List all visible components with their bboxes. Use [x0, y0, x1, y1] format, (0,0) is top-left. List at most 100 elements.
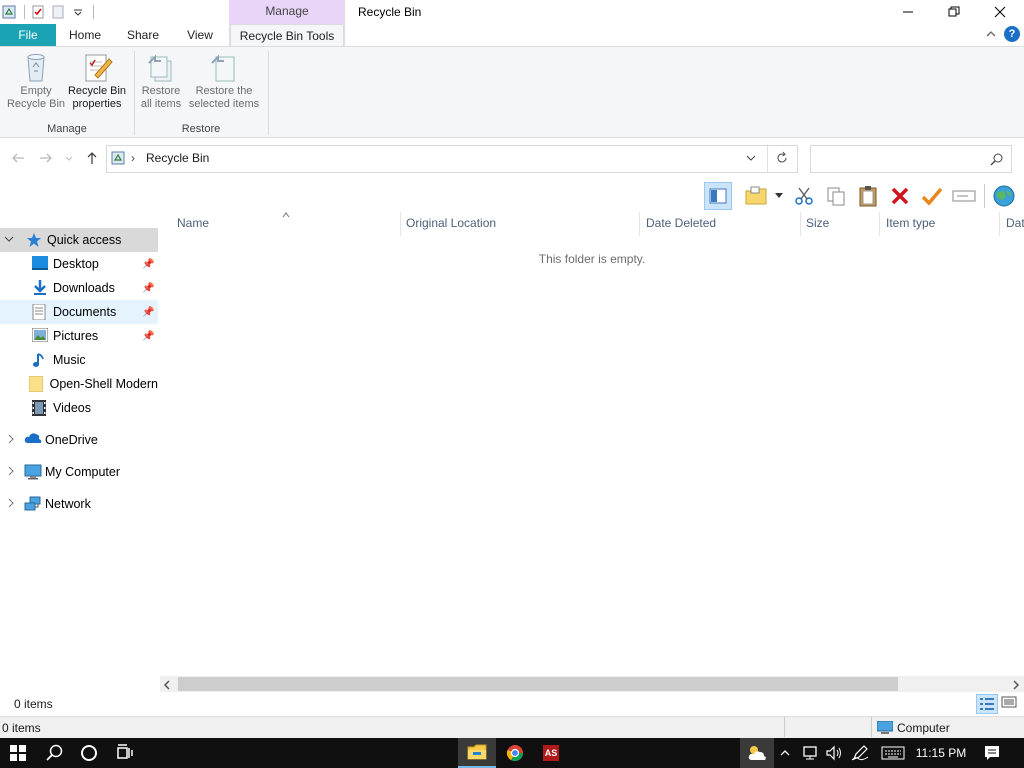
breadcrumb-chevron-icon[interactable]: › [131, 151, 135, 165]
preview-pane-button[interactable] [704, 182, 732, 210]
cortana-button[interactable] [72, 738, 106, 768]
taskbar-chrome[interactable] [498, 738, 532, 768]
toolbar-dropdown[interactable] [770, 182, 788, 210]
rename-button[interactable] [950, 182, 978, 210]
properties-icon[interactable] [29, 3, 47, 21]
new-folder-icon[interactable] [49, 3, 67, 21]
column-size[interactable]: Size [806, 216, 829, 230]
details-view-button[interactable] [976, 694, 998, 714]
nav-onedrive[interactable]: OneDrive [0, 428, 158, 452]
help-icon[interactable]: ? [1004, 26, 1020, 42]
expand-chevron-down-icon[interactable] [4, 233, 18, 247]
tab-view[interactable]: View [174, 24, 226, 46]
action-center-button[interactable] [978, 738, 1006, 768]
refresh-button[interactable] [775, 151, 789, 168]
nav-downloads[interactable]: Downloads 📌 [0, 276, 158, 300]
nav-open-shell-modern[interactable]: Open-Shell Modern [0, 372, 158, 396]
network-globe-button[interactable] [990, 182, 1018, 210]
close-button[interactable] [977, 0, 1023, 24]
paste-button[interactable] [854, 182, 882, 210]
scissors-icon [795, 187, 813, 205]
expand-chevron-right-icon[interactable] [6, 433, 20, 447]
recycle-bin-icon[interactable] [0, 3, 18, 21]
divider[interactable] [800, 212, 801, 236]
new-folder-toolbar-button[interactable] [742, 182, 770, 210]
divider[interactable] [879, 212, 880, 236]
windows-logo-icon [10, 745, 26, 761]
nav-label: My Computer [45, 465, 121, 479]
nav-desktop[interactable]: Desktop 📌 [0, 252, 158, 276]
scroll-left-icon[interactable] [163, 679, 171, 693]
divider[interactable] [400, 212, 401, 236]
group-label-restore: Restore [181, 123, 221, 135]
task-view-button[interactable] [108, 738, 142, 768]
restore-button[interactable] [931, 0, 977, 24]
keyboard-tray-icon[interactable] [878, 738, 908, 768]
nav-pictures[interactable]: Pictures 📌 [0, 324, 158, 348]
scroll-right-icon[interactable] [1012, 679, 1020, 693]
restore-all-items-button[interactable]: Restore all items [138, 51, 184, 111]
column-original-location[interactable]: Original Location [406, 216, 496, 230]
tab-file[interactable]: File [0, 24, 56, 46]
pin-icon[interactable]: 📌 [142, 307, 154, 318]
item-count: 0 items [14, 697, 53, 711]
minimize-button[interactable] [885, 0, 931, 24]
nav-music[interactable]: Music [0, 348, 158, 372]
pen-tray-icon[interactable] [848, 738, 872, 768]
column-name[interactable]: Name [177, 216, 209, 230]
large-icons-view-button[interactable] [1000, 694, 1020, 714]
recycle-bin-properties-button[interactable]: Recycle Bin properties [66, 51, 128, 111]
tab-recycle-bin-tools[interactable]: Recycle Bin Tools [230, 24, 344, 47]
customize-qat-chevron-icon[interactable] [69, 3, 87, 21]
title-bar [0, 0, 1024, 24]
address-dropdown-button[interactable] [745, 152, 757, 167]
forward-button[interactable] [38, 150, 54, 169]
tab-share[interactable]: Share [116, 24, 170, 46]
restore-all-line1: Restore [141, 85, 181, 97]
minimize-ribbon-chevron-icon[interactable] [985, 28, 999, 42]
clock[interactable]: 11:15 PM [910, 738, 972, 768]
start-button[interactable] [0, 738, 36, 768]
column-date-truncated[interactable]: Dat [1006, 216, 1024, 230]
pin-icon[interactable]: 📌 [142, 259, 154, 270]
scrollbar-thumb[interactable] [178, 677, 898, 691]
nav-documents[interactable]: Documents 📌 [0, 300, 158, 324]
taskbar-search-button[interactable] [38, 738, 72, 768]
column-item-type[interactable]: Item type [886, 216, 935, 230]
weather-button[interactable] [740, 738, 774, 768]
back-button[interactable] [10, 150, 26, 169]
pin-icon[interactable]: 📌 [142, 331, 154, 342]
expand-chevron-right-icon[interactable] [6, 465, 20, 479]
expand-chevron-right-icon[interactable] [6, 497, 20, 511]
recent-locations-button[interactable] [64, 152, 74, 166]
tray-expand-chevron-icon[interactable] [776, 738, 794, 768]
pin-icon[interactable]: 📌 [142, 283, 154, 294]
taskbar-file-explorer[interactable] [458, 738, 496, 768]
volume-tray-icon[interactable] [822, 738, 846, 768]
nav-label: Documents [53, 305, 117, 319]
up-button[interactable] [84, 150, 100, 169]
tab-home[interactable]: Home [58, 24, 112, 46]
nav-videos[interactable]: Videos [0, 396, 158, 420]
task-view-icon [117, 744, 133, 759]
restore-selected-items-button[interactable]: Restore the selected items [186, 51, 262, 111]
properties-check-button[interactable] [918, 182, 946, 210]
copy-button[interactable] [822, 182, 850, 210]
navigation-pane: Quick access Desktop 📌 Downloads 📌 Docum… [0, 212, 158, 692]
divider[interactable] [999, 212, 1000, 236]
taskbar-app-as[interactable]: AS [534, 738, 568, 768]
empty-recycle-bin-button[interactable]: Empty Recycle Bin [4, 51, 68, 111]
nav-label: Downloads [53, 281, 115, 295]
nav-my-computer[interactable]: My Computer [0, 460, 158, 484]
delete-button[interactable] [886, 182, 914, 210]
divider[interactable] [639, 212, 640, 236]
cut-button[interactable] [790, 182, 818, 210]
column-date-deleted[interactable]: Date Deleted [646, 216, 716, 230]
network-icon [24, 496, 41, 512]
nav-network[interactable]: Network [0, 492, 158, 516]
address-bar[interactable] [106, 145, 798, 173]
network-tray-icon[interactable] [798, 738, 822, 768]
nav-quick-access[interactable]: Quick access [0, 228, 158, 252]
search-input[interactable] [810, 145, 1012, 173]
breadcrumb-recycle-bin[interactable]: Recycle Bin [146, 151, 209, 165]
